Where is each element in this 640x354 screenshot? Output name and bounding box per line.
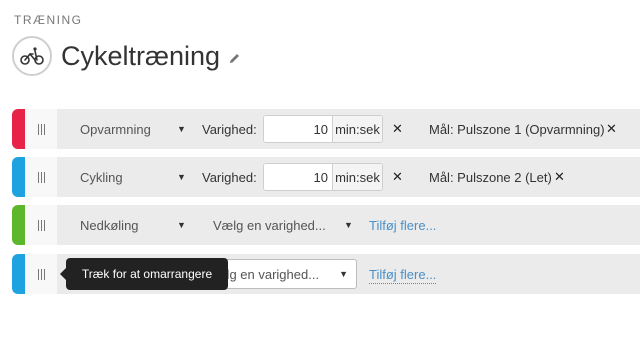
step-color-stripe	[12, 109, 25, 149]
drag-handle-icon	[37, 268, 45, 280]
duration-select-label: Vælg en varighed...	[213, 217, 326, 233]
drag-handle-icon	[37, 171, 45, 183]
chevron-down-icon: ▼	[177, 220, 186, 230]
remove-goal-button[interactable]: ✕	[554, 169, 565, 185]
goal-text: Mål: Pulszone 2 (Let)	[429, 170, 552, 185]
chevron-down-icon: ▼	[177, 124, 186, 134]
step-row-warmup: Opvarmning ▼ Varighed: min:sek ✕ Mål: Pu…	[12, 109, 640, 149]
step-type-select[interactable]: Cykling	[80, 157, 123, 197]
remove-duration-button[interactable]: ✕	[392, 169, 403, 185]
step-row-cycling: Cykling ▼ Varighed: min:sek ✕ Mål: Pulsz…	[12, 157, 640, 197]
drag-handle[interactable]	[25, 109, 57, 149]
page-title: Cykeltræning	[61, 40, 221, 71]
duration-input[interactable]	[264, 116, 332, 142]
drag-handle-icon	[37, 123, 45, 135]
drag-handle[interactable]	[25, 157, 57, 197]
step-color-stripe	[12, 254, 25, 294]
drag-handle[interactable]	[25, 205, 57, 245]
drag-handle[interactable]	[25, 254, 57, 294]
step-type-select[interactable]: Opvarmning	[80, 109, 151, 149]
duration-field: min:sek	[263, 115, 383, 143]
step-type-label: Nedkøling	[80, 217, 139, 233]
step-type-label: Opvarmning	[80, 121, 151, 137]
duration-field: min:sek	[263, 163, 383, 191]
duration-select-label: ælg en varighed...	[215, 266, 320, 282]
step-type-select[interactable]: Nedkøling	[80, 205, 139, 245]
remove-goal-button[interactable]: ✕	[606, 121, 617, 137]
duration-select[interactable]: Vælg en varighed...	[213, 205, 326, 245]
duration-unit: min:sek	[332, 116, 382, 142]
chevron-down-icon: ▼	[339, 269, 348, 279]
remove-duration-button[interactable]: ✕	[392, 121, 403, 137]
page-eyebrow: TRÆNING	[14, 13, 83, 27]
duration-unit: min:sek	[332, 164, 382, 190]
duration-label: Varighed:	[202, 170, 257, 185]
chevron-down-icon: ▼	[177, 172, 186, 182]
step-row-cooldown: Nedkøling ▼ Vælg en varighed... ▼ Tilføj…	[12, 205, 640, 245]
pencil-icon[interactable]	[228, 52, 241, 65]
chevron-down-icon: ▼	[344, 220, 353, 230]
step-type-label: Cykling	[80, 169, 123, 185]
step-color-stripe	[12, 205, 25, 245]
title-bar: Cykeltræning	[12, 34, 241, 78]
add-more-link[interactable]: Tilføj flere...	[369, 218, 436, 233]
drag-handle-icon	[37, 219, 45, 231]
step-color-stripe	[12, 157, 25, 197]
goal-text: Mål: Pulszone 1 (Opvarmning)	[429, 122, 605, 137]
drag-tooltip: Træk for at omarrangere	[60, 258, 228, 290]
bicycle-icon	[12, 36, 52, 76]
add-more-link[interactable]: Tilføj flere...	[369, 267, 437, 284]
duration-input[interactable]	[264, 164, 332, 190]
duration-label: Varighed:	[202, 122, 257, 137]
